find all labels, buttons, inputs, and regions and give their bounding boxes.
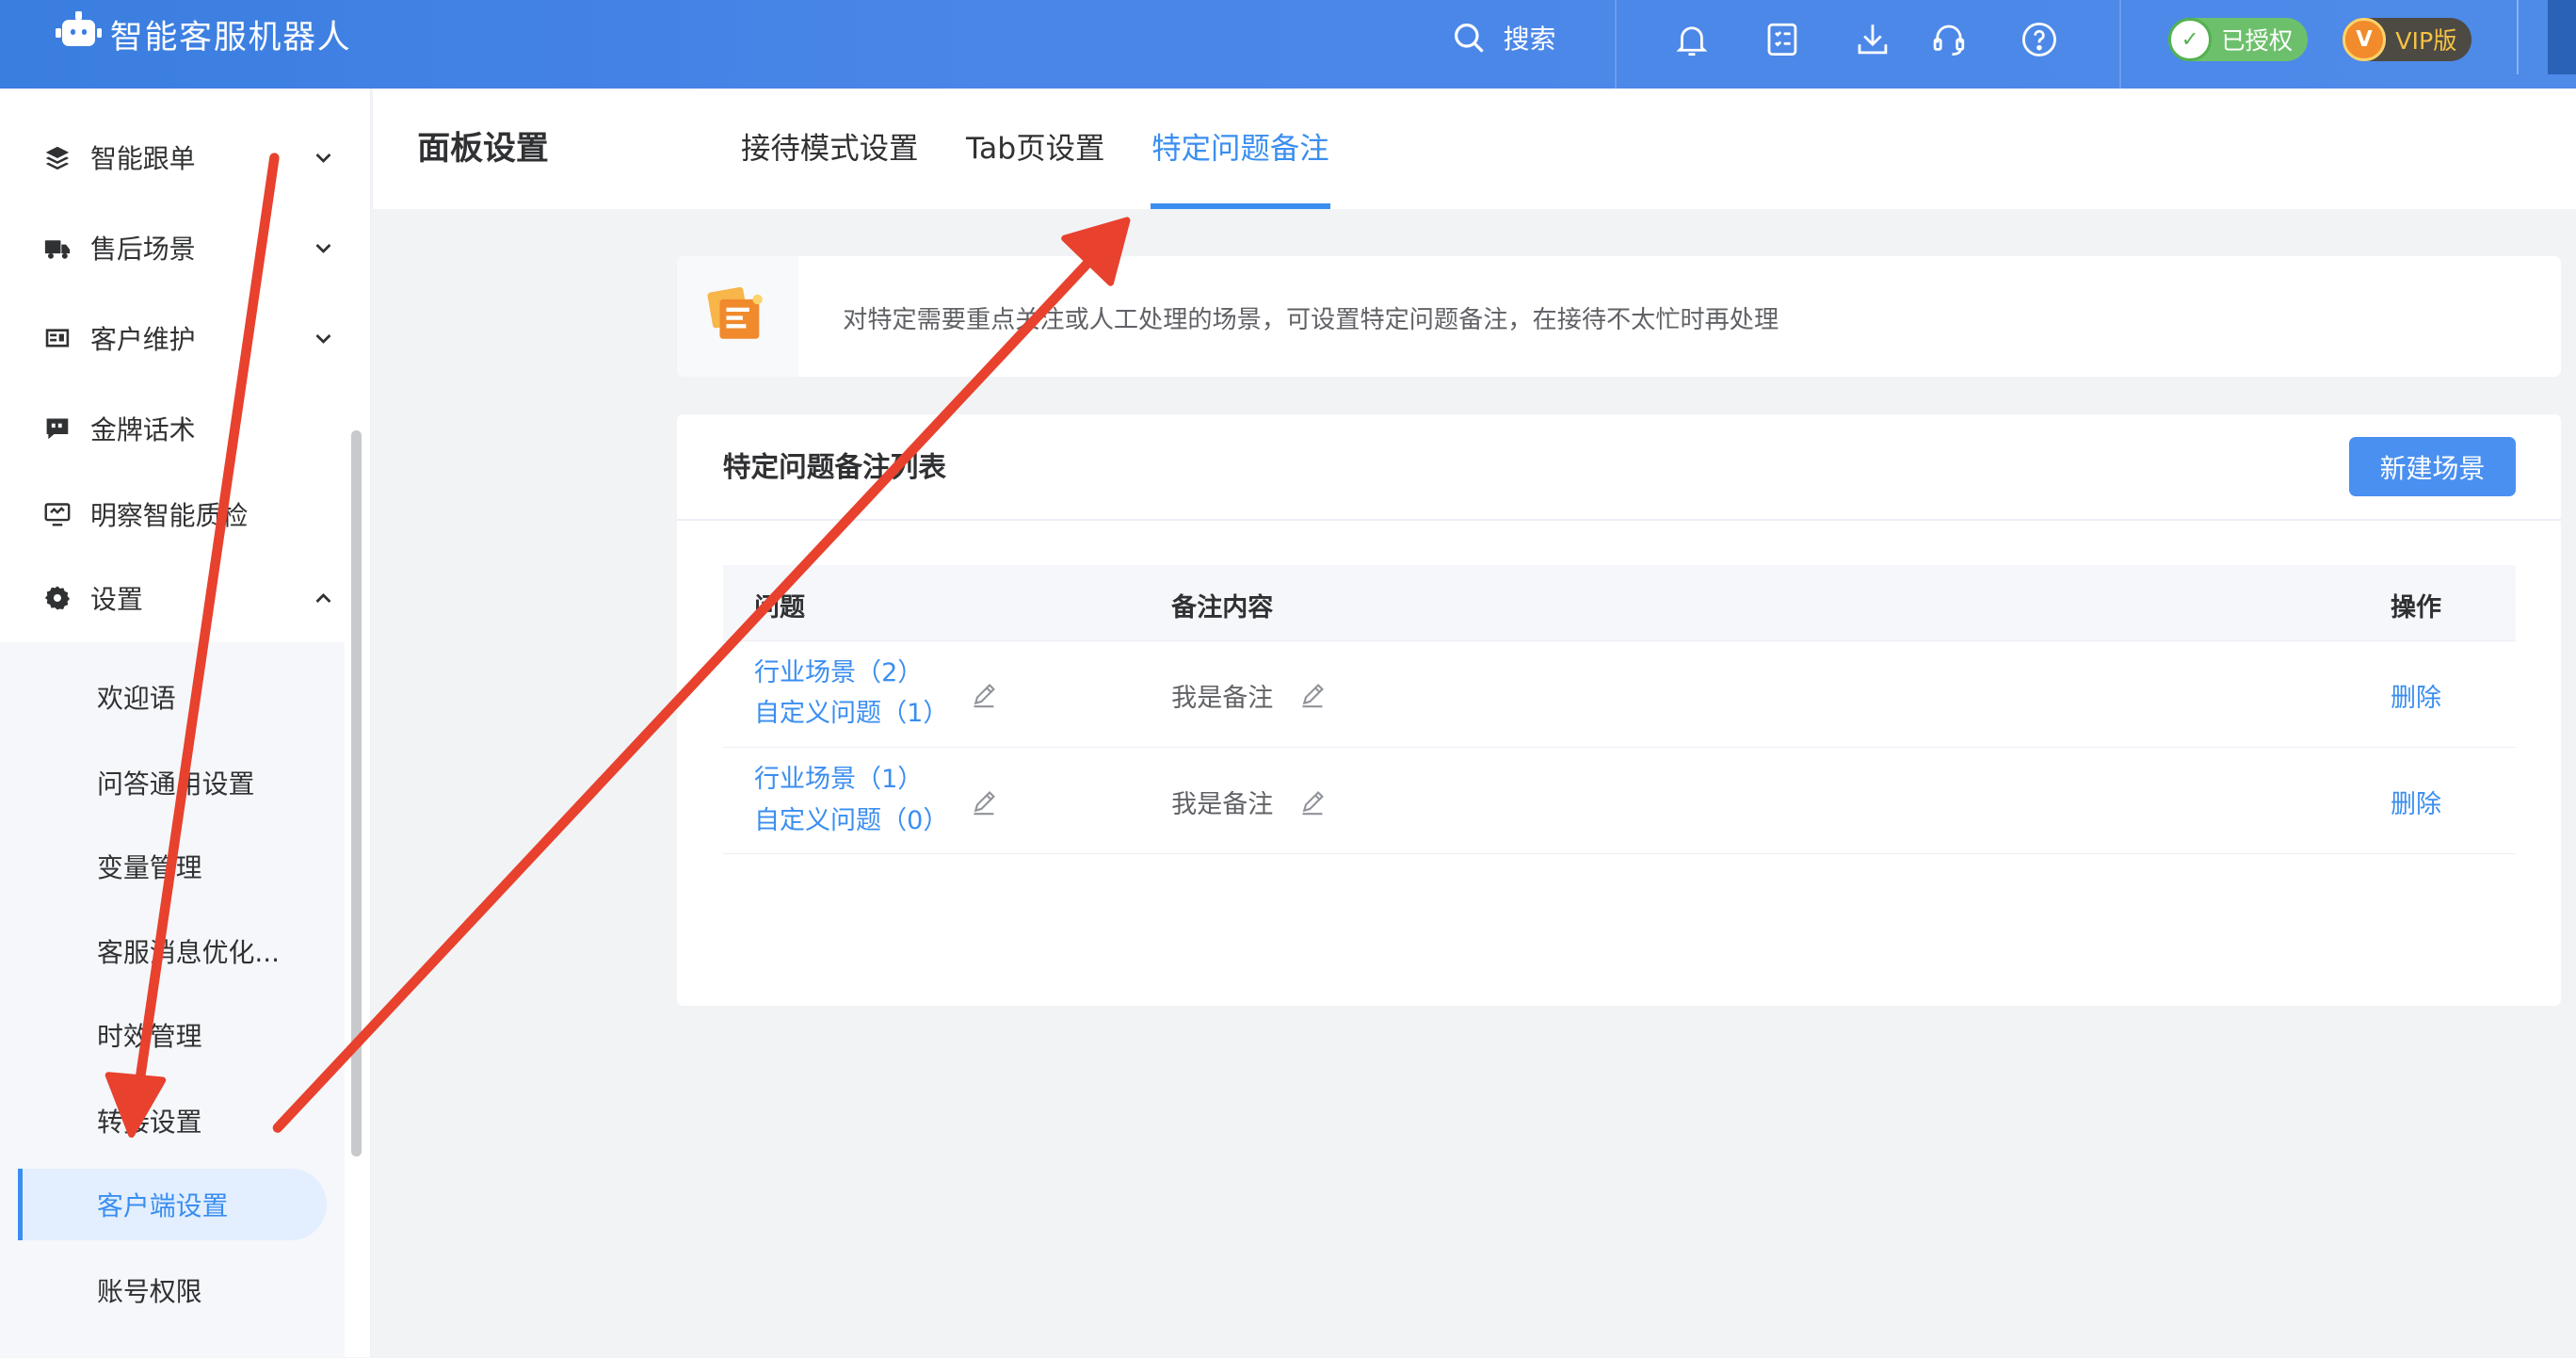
search-button[interactable]: 搜索 — [1451, 16, 1556, 58]
authorized-label: 已授权 — [2221, 26, 2294, 55]
intro-card: 对特定需要重点关注或人工处理的场景，可设置特定问题备注，在接待不太忙时再处理 — [676, 256, 2562, 377]
edit-note-icon[interactable] — [1299, 682, 1326, 708]
page-title: 面板设置 — [417, 130, 549, 169]
submenu-item-client-settings[interactable]: 客户端设置 — [18, 1168, 328, 1241]
help-icon[interactable] — [2020, 20, 2059, 59]
question-industry-scene-link[interactable]: 行业场景（2） — [754, 653, 923, 694]
table-row: 行业场景（2） 自定义问题（1） 我是备注 删除 — [722, 641, 2516, 748]
list-title: 特定问题备注列表 — [722, 449, 947, 483]
sidebar-item-smart-follow[interactable]: 智能跟单 — [0, 125, 345, 191]
edit-note-icon[interactable] — [1299, 789, 1326, 816]
intro-text: 对特定需要重点关注或人工处理的场景，可设置特定问题备注，在接待不太忙时再处理 — [843, 305, 1779, 334]
chevron-down-icon — [315, 154, 331, 163]
delete-link[interactable]: 删除 — [2391, 784, 2441, 820]
tab-tab-page-settings[interactable]: Tab页设置 — [966, 128, 1104, 170]
id-card-icon — [44, 325, 71, 351]
submenu-item-timeliness[interactable]: 时效管理 — [0, 999, 345, 1072]
header-divider — [2517, 0, 2520, 74]
edit-question-icon[interactable] — [971, 789, 997, 816]
intro-icon-box — [676, 256, 799, 377]
new-scene-button[interactable]: 新建场景 — [2349, 437, 2516, 496]
layers-icon — [44, 145, 71, 171]
sidebar-item-label: 客户维护 — [89, 324, 196, 356]
question-custom-link[interactable]: 自定义问题（1） — [754, 693, 948, 735]
submenu-item-qa-general[interactable]: 问答通用设置 — [0, 746, 345, 818]
sidebar-item-label: 售后场景 — [89, 234, 196, 266]
gear-icon — [44, 585, 71, 611]
vip-v-icon: V — [2343, 18, 2386, 61]
bell-icon[interactable] — [1672, 20, 1712, 59]
submenu-item-message-optimization[interactable]: 客服消息优化... — [0, 915, 345, 988]
column-header-question: 问题 — [753, 592, 805, 622]
question-custom-link[interactable]: 自定义问题（0） — [754, 800, 948, 842]
search-icon — [1454, 23, 1484, 53]
active-tab-indicator — [1150, 203, 1331, 209]
note-content: 我是备注 — [1171, 790, 1274, 820]
quote-icon — [44, 415, 71, 442]
app-title: 智能客服机器人 — [109, 18, 352, 57]
truck-icon — [44, 235, 71, 262]
table-header: 问题 备注内容 操作 — [722, 565, 2516, 641]
sidebar-item-label: 智能跟单 — [89, 143, 196, 175]
edit-question-icon[interactable] — [971, 682, 997, 708]
submenu-item-welcome[interactable]: 欢迎语 — [0, 660, 345, 733]
tab-specific-question-notes[interactable]: 特定问题备注 — [1151, 128, 1328, 170]
table-row: 行业场景（1） 自定义问题（0） 我是备注 删除 — [722, 748, 2516, 855]
top-header: 智能客服机器人 搜索 ✓ 已授权 V VIP版 — [0, 0, 2576, 89]
submenu-item-variables[interactable]: 变量管理 — [0, 830, 345, 902]
submenu-item-account-permissions[interactable]: 账号权限 — [0, 1253, 345, 1326]
sidebar-item-label: 金牌话术 — [89, 414, 196, 446]
shield-check-icon: ✓ — [2168, 18, 2212, 61]
authorized-badge[interactable]: ✓ 已授权 — [2168, 18, 2308, 61]
sidebar-item-quality-inspection[interactable]: 明察智能质检 — [0, 481, 345, 547]
page-header — [373, 89, 2576, 209]
sidebar-item-customer-care[interactable]: 客户维护 — [0, 306, 345, 372]
submenu-item-transfer[interactable]: 转接设置 — [0, 1085, 345, 1157]
sidebar: 智能跟单 售后场景 客户维护 金牌话术 明察智能质检 设置 欢迎语 问答通用设置… — [0, 89, 372, 1358]
headset-icon[interactable] — [1929, 20, 1969, 59]
note-content: 我是备注 — [1171, 683, 1274, 713]
header-scrollbar[interactable] — [2548, 0, 2576, 74]
vip-label: VIP版 — [2395, 26, 2457, 55]
notes-list-card: 特定问题备注列表 新建场景 问题 备注内容 操作 行业场景（2） 自定义问题（1… — [676, 413, 2562, 1006]
sidebar-item-settings[interactable]: 设置 — [0, 565, 345, 631]
header-divider — [2119, 0, 2121, 89]
column-header-note: 备注内容 — [1171, 592, 1274, 622]
column-header-action: 操作 — [2390, 592, 2442, 622]
monitor-icon — [44, 501, 71, 527]
download-icon[interactable] — [1853, 20, 1892, 59]
sticky-note-icon — [707, 286, 763, 339]
sidebar-item-label: 设置 — [89, 584, 143, 616]
robot-logo-icon — [56, 11, 103, 46]
question-industry-scene-link[interactable]: 行业场景（1） — [754, 759, 923, 800]
chevron-down-icon — [315, 333, 331, 344]
sidebar-item-gold-scripts[interactable]: 金牌话术 — [0, 396, 345, 462]
tab-reception-mode[interactable]: 接待模式设置 — [741, 128, 918, 170]
sidebar-scrollbar[interactable] — [351, 430, 362, 1157]
task-list-icon[interactable] — [1763, 20, 1802, 59]
divider — [676, 519, 2562, 522]
search-label: 搜索 — [1503, 24, 1556, 56]
chevron-down-icon — [315, 243, 331, 253]
vip-badge[interactable]: V VIP版 — [2343, 18, 2472, 61]
delete-link[interactable]: 删除 — [2391, 677, 2441, 714]
header-divider — [1615, 0, 1618, 89]
sidebar-item-after-sales[interactable]: 售后场景 — [0, 216, 345, 282]
chevron-up-icon — [315, 592, 331, 603]
sidebar-item-label: 明察智能质检 — [89, 500, 249, 532]
